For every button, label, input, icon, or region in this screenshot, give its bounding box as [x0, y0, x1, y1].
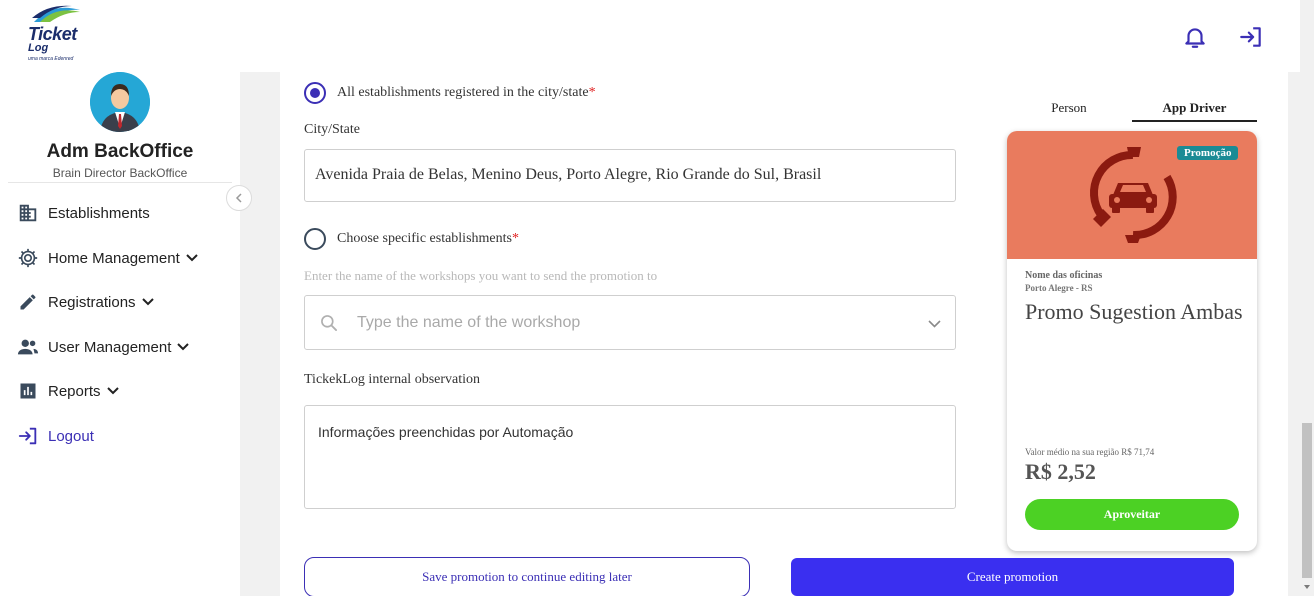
- scrollbar-thumb[interactable]: [1302, 423, 1312, 578]
- top-header: Ticket Log uma marca Edenred: [0, 0, 1300, 72]
- chevron-down-icon: [186, 254, 198, 262]
- sidebar-item-label: Logout: [48, 427, 94, 445]
- promo-price: R$ 2,52: [1025, 459, 1096, 484]
- sidebar-item-home-management[interactable]: Home Management: [16, 243, 198, 273]
- create-promotion-button[interactable]: Create promotion: [791, 558, 1234, 596]
- shop-location: Porto Alegre - RS: [1025, 283, 1093, 293]
- observation-value: Informações preenchidas por Automação: [318, 424, 574, 440]
- users-icon: [16, 335, 40, 359]
- scroll-down-arrow-icon[interactable]: [1304, 585, 1310, 589]
- tab-person[interactable]: Person: [1010, 100, 1128, 122]
- save-later-button[interactable]: Save promotion to continue editing later: [304, 557, 750, 596]
- pencil-icon: [16, 290, 40, 314]
- bell-icon[interactable]: [1182, 24, 1208, 50]
- exit-icon[interactable]: [1238, 24, 1264, 50]
- collapse-sidebar-button[interactable]: [226, 185, 252, 211]
- ticket-log-logo[interactable]: Ticket Log uma marca Edenred: [26, 4, 86, 64]
- sidebar-item-label: Home Management: [48, 249, 180, 267]
- radio-specific-establishments[interactable]: [304, 228, 326, 250]
- building-icon: [16, 201, 40, 225]
- avatar: [90, 72, 150, 132]
- page-scrollbar[interactable]: [1300, 0, 1314, 596]
- promo-card-banner: Promoção: [1007, 131, 1257, 259]
- search-icon: [321, 315, 337, 331]
- city-state-field[interactable]: Avenida Praia de Belas, Menino Deus, Por…: [304, 149, 956, 202]
- average-price: Valor médio na sua região R$ 71,74: [1025, 447, 1155, 457]
- promotion-form-panel: All establishments registered in the cit…: [280, 72, 1288, 596]
- city-state-label: City/State: [304, 122, 360, 137]
- logout-icon: [16, 424, 40, 448]
- sidebar-item-label: Reports: [48, 382, 101, 400]
- sidebar-item-logout[interactable]: Logout: [16, 421, 94, 451]
- chevron-down-icon: [106, 387, 119, 395]
- city-state-value: Avenida Praia de Belas, Menino Deus, Por…: [315, 166, 822, 183]
- chevron-down-icon: [928, 320, 941, 328]
- promo-title: Promo Sugestion Ambas: [1025, 299, 1243, 324]
- sidebar-item-user-management[interactable]: User Management: [16, 332, 190, 362]
- car-repair-icon: [1089, 147, 1177, 243]
- promo-card-preview: Promoção Nome das oficinas Porto Alegre …: [1007, 131, 1257, 551]
- observation-textarea[interactable]: Informações preenchidas por Automação: [304, 405, 956, 509]
- profile-name: Adm BackOffice: [46, 141, 194, 162]
- observation-label: TickekLog internal observation: [304, 372, 481, 387]
- workshop-search-select[interactable]: Type the name of the workshop: [304, 295, 956, 350]
- chevron-left-icon: [235, 193, 242, 203]
- profile-role: Brain Director BackOffice: [52, 166, 188, 180]
- sidebar-divider: [8, 182, 232, 183]
- sidebar-item-label: Registrations: [48, 293, 136, 311]
- chart-icon: [16, 379, 40, 403]
- chevron-down-icon: [177, 343, 190, 351]
- chevron-down-icon: [141, 298, 154, 306]
- radio-specific-establishments-label: Choose specific establishments*: [337, 231, 519, 246]
- shop-name: Nome das oficinas: [1025, 270, 1103, 281]
- aproveitar-button[interactable]: Aproveitar: [1025, 499, 1239, 530]
- logo-word-log: Log: [28, 42, 49, 54]
- gear-icon: [16, 246, 40, 270]
- sidebar-item-reports[interactable]: Reports: [16, 376, 119, 406]
- promo-badge: Promoção: [1177, 146, 1239, 160]
- logo-tagline: uma marca Edenred: [28, 56, 74, 62]
- workshop-search-placeholder: Type the name of the workshop: [357, 314, 581, 331]
- logo-swoosh-icon: [32, 5, 80, 22]
- sidebar-item-registrations[interactable]: Registrations: [16, 287, 154, 317]
- radio-all-establishments-label: All establishments registered in the cit…: [337, 85, 596, 100]
- sidebar-item-label: Establishments: [48, 204, 150, 222]
- sidebar: Adm BackOffice Brain Director BackOffice…: [0, 72, 252, 596]
- sidebar-item-label: User Management: [48, 338, 172, 356]
- workshop-hint: Enter the name of the workshops you want…: [304, 268, 658, 283]
- radio-all-establishments[interactable]: [304, 82, 326, 104]
- sidebar-item-establishments[interactable]: Establishments: [16, 198, 150, 228]
- tab-app-driver[interactable]: App Driver: [1132, 100, 1257, 122]
